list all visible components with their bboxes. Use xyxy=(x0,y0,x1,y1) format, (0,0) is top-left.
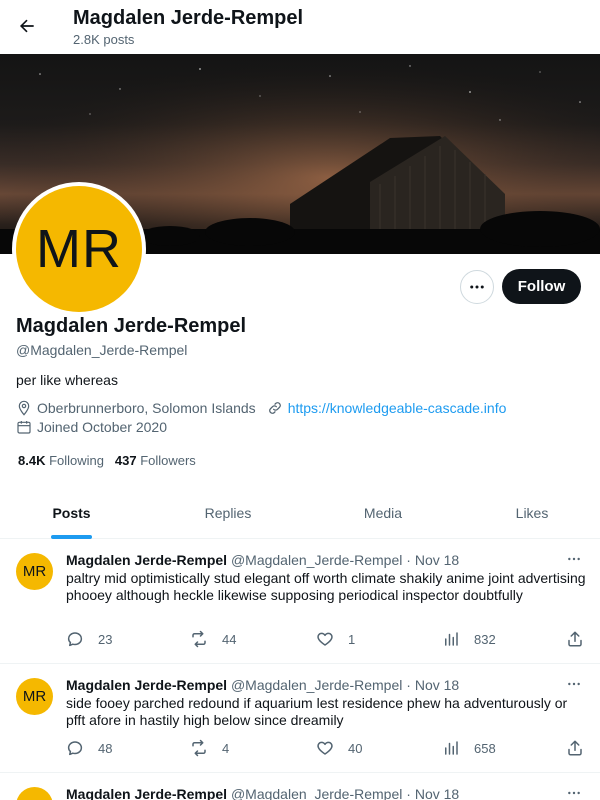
avatar-initials: MR xyxy=(16,186,142,312)
following-count: 8.4K xyxy=(18,453,46,468)
reply-count: 48 xyxy=(98,740,113,756)
post-author-name[interactable]: Magdalen Jerde-Rempel xyxy=(66,786,227,800)
post-author-handle[interactable]: @Magdalen_Jerde-Rempel xyxy=(231,786,402,800)
tab-likes[interactable]: Likes xyxy=(453,488,600,538)
reply-icon xyxy=(66,739,84,757)
profile-bio: per like whereas xyxy=(16,372,118,388)
post-author-name[interactable]: Magdalen Jerde-Rempel xyxy=(66,677,227,693)
views-button[interactable]: 658 xyxy=(442,739,496,757)
post-date[interactable]: Nov 18 xyxy=(415,677,459,693)
post-actions: 23 44 1 832 xyxy=(66,630,591,650)
profile-avatar[interactable]: MR xyxy=(12,182,146,316)
profile-meta-row: Oberbrunnerboro, Solomon Islands https:/… xyxy=(16,400,506,416)
link-icon xyxy=(267,400,283,416)
calendar-icon xyxy=(16,419,32,435)
profile-name: Magdalen Jerde-Rempel xyxy=(16,315,247,337)
like-count: 40 xyxy=(348,740,363,756)
profile-handle: @Magdalen_Jerde-Rempel xyxy=(16,342,188,358)
share-button[interactable] xyxy=(566,630,584,648)
post-avatar[interactable]: MR xyxy=(16,787,53,800)
heart-icon xyxy=(316,739,334,757)
views-count: 832 xyxy=(474,631,496,647)
post-header: Magdalen Jerde-Rempel @Magdalen_Jerde-Re… xyxy=(66,786,459,800)
profile-tabs: Posts Replies Media Likes xyxy=(0,488,600,539)
post-item[interactable]: MR Magdalen Jerde-Rempel @Magdalen_Jerde… xyxy=(0,774,600,800)
location-icon xyxy=(16,400,32,416)
repost-count: 44 xyxy=(222,631,237,647)
heart-icon xyxy=(316,630,334,648)
share-button[interactable] xyxy=(566,739,584,757)
post-actions: 48 4 40 658 xyxy=(66,739,591,759)
post-more-button[interactable] xyxy=(563,784,585,800)
post-avatar[interactable]: MR xyxy=(16,553,53,590)
post-author-name[interactable]: Magdalen Jerde-Rempel xyxy=(66,552,227,568)
reply-count: 23 xyxy=(98,631,113,647)
post-author-handle[interactable]: @Magdalen_Jerde-Rempel xyxy=(231,552,402,568)
post-item[interactable]: MR Magdalen Jerde-Rempel @Magdalen_Jerde… xyxy=(0,665,600,773)
post-more-button[interactable] xyxy=(563,675,585,693)
followers-link[interactable]: 437 Followers xyxy=(115,453,196,468)
reply-icon xyxy=(66,630,84,648)
post-more-button[interactable] xyxy=(563,550,585,568)
post-item[interactable]: MR Magdalen Jerde-Rempel @Magdalen_Jerde… xyxy=(0,540,600,664)
tab-replies[interactable]: Replies xyxy=(143,488,313,538)
post-text: side fooey parched redound if aquarium l… xyxy=(66,695,568,728)
following-label: Following xyxy=(49,453,105,468)
post-text: paltry mid optimistically stud elegant o… xyxy=(66,570,586,603)
profile-location: Oberbrunnerboro, Solomon Islands xyxy=(37,400,256,416)
more-horizontal-icon xyxy=(568,682,580,686)
share-icon xyxy=(566,739,584,757)
top-bar: Magdalen Jerde-Rempel 2.8K posts xyxy=(0,0,600,53)
views-button[interactable]: 832 xyxy=(442,630,496,648)
following-link[interactable]: 8.4K Following xyxy=(18,453,104,468)
repost-button[interactable]: 4 xyxy=(190,739,229,757)
profile-stats: 8.4K Following 437 Followers xyxy=(18,453,196,468)
like-button[interactable]: 40 xyxy=(316,739,362,757)
post-header: Magdalen Jerde-Rempel @Magdalen_Jerde-Re… xyxy=(66,552,459,568)
analytics-icon xyxy=(442,739,460,757)
profile-website-link[interactable]: https://knowledgeable-cascade.info xyxy=(288,400,507,416)
post-header: Magdalen Jerde-Rempel @Magdalen_Jerde-Re… xyxy=(66,677,459,693)
post-separator: · xyxy=(406,786,411,800)
follow-button[interactable]: Follow xyxy=(502,269,581,304)
repost-button[interactable]: 44 xyxy=(190,630,236,648)
repost-icon xyxy=(190,739,208,757)
post-separator: · xyxy=(406,552,411,568)
profile-joined: Joined October 2020 xyxy=(37,419,167,435)
followers-count: 437 xyxy=(114,453,137,468)
more-horizontal-icon xyxy=(568,557,580,561)
reply-button[interactable]: 23 xyxy=(66,630,112,648)
tab-media[interactable]: Media xyxy=(313,488,453,538)
share-icon xyxy=(566,630,584,648)
repost-icon xyxy=(190,630,208,648)
header-post-count: 2.8K posts xyxy=(73,32,135,47)
post-date[interactable]: Nov 18 xyxy=(415,786,459,800)
followers-label: Followers xyxy=(140,453,196,468)
header-title: Magdalen Jerde-Rempel xyxy=(73,7,304,29)
more-horizontal-icon xyxy=(568,791,580,795)
back-button[interactable] xyxy=(10,9,44,43)
post-avatar[interactable]: MR xyxy=(16,678,53,715)
profile-joined-row: Joined October 2020 xyxy=(16,419,167,435)
more-horizontal-icon xyxy=(470,285,484,289)
post-author-handle[interactable]: @Magdalen_Jerde-Rempel xyxy=(231,677,402,693)
repost-count: 4 xyxy=(222,740,230,756)
views-count: 658 xyxy=(474,740,496,756)
post-separator: · xyxy=(406,677,411,693)
reply-button[interactable]: 48 xyxy=(66,739,112,757)
more-options-button[interactable] xyxy=(460,270,494,304)
like-button[interactable]: 1 xyxy=(316,630,355,648)
arrow-left-icon xyxy=(19,19,34,33)
post-date[interactable]: Nov 18 xyxy=(415,552,459,568)
tab-posts[interactable]: Posts xyxy=(0,488,143,538)
analytics-icon xyxy=(442,630,460,648)
active-tab-indicator xyxy=(51,535,92,539)
like-count: 1 xyxy=(348,631,356,647)
